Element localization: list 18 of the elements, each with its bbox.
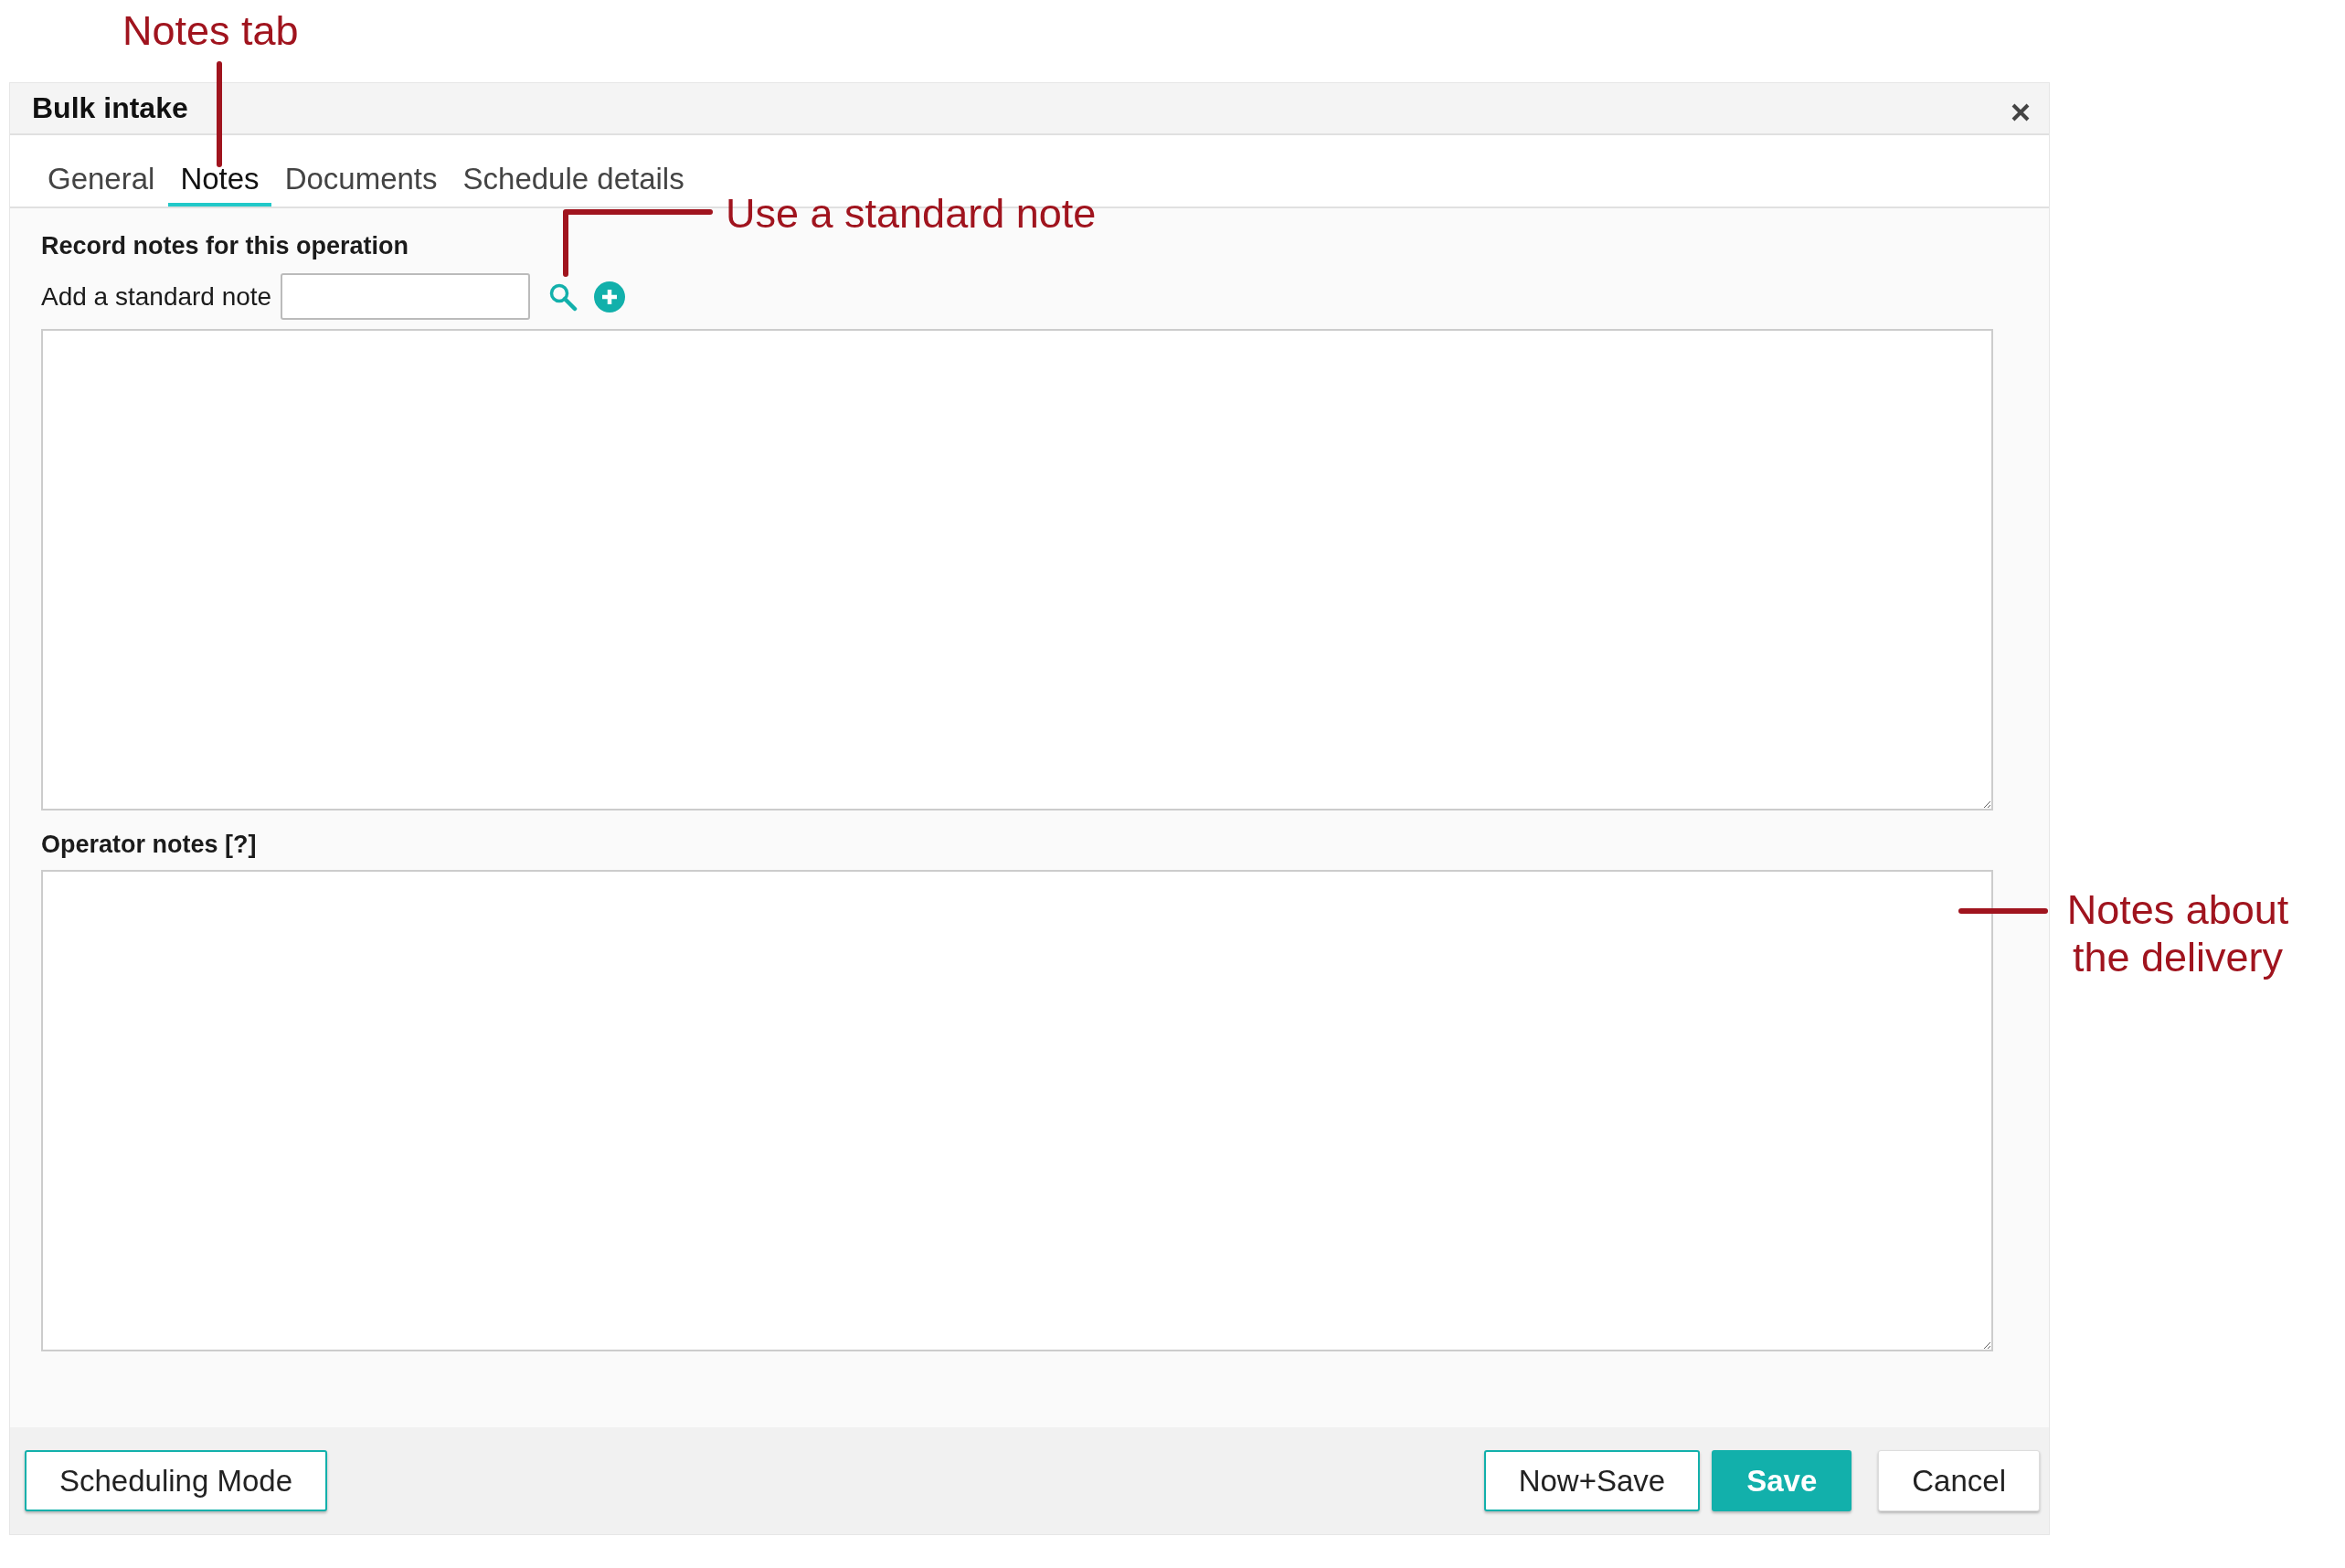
annotation-label: Notes about the delivery: [2065, 886, 2290, 981]
footer-button[interactable]: Now+Save: [1483, 1450, 1701, 1511]
tab[interactable]: Notes: [168, 155, 271, 207]
add-icon[interactable]: [594, 281, 626, 313]
annotation-label: Use a standard note: [726, 190, 1097, 238]
tab[interactable]: Schedule details: [451, 155, 696, 207]
search-icon[interactable]: [548, 281, 578, 312]
field-label: Add a standard note: [41, 281, 272, 312]
close-icon[interactable]: [2011, 101, 2031, 122]
dialog-title: Bulk intake: [32, 91, 188, 125]
field-label: Operator notes [?]: [41, 831, 257, 859]
footer-button[interactable]: Cancel: [1878, 1450, 2040, 1511]
annotation-label: Notes tab: [122, 7, 299, 55]
tab[interactable]: Documents: [272, 155, 450, 207]
footer-button[interactable]: Scheduling Mode: [25, 1450, 327, 1511]
standard-note-field[interactable]: [281, 273, 531, 320]
section-heading: Record notes for this operation: [41, 232, 409, 260]
tab[interactable]: General: [36, 155, 167, 207]
